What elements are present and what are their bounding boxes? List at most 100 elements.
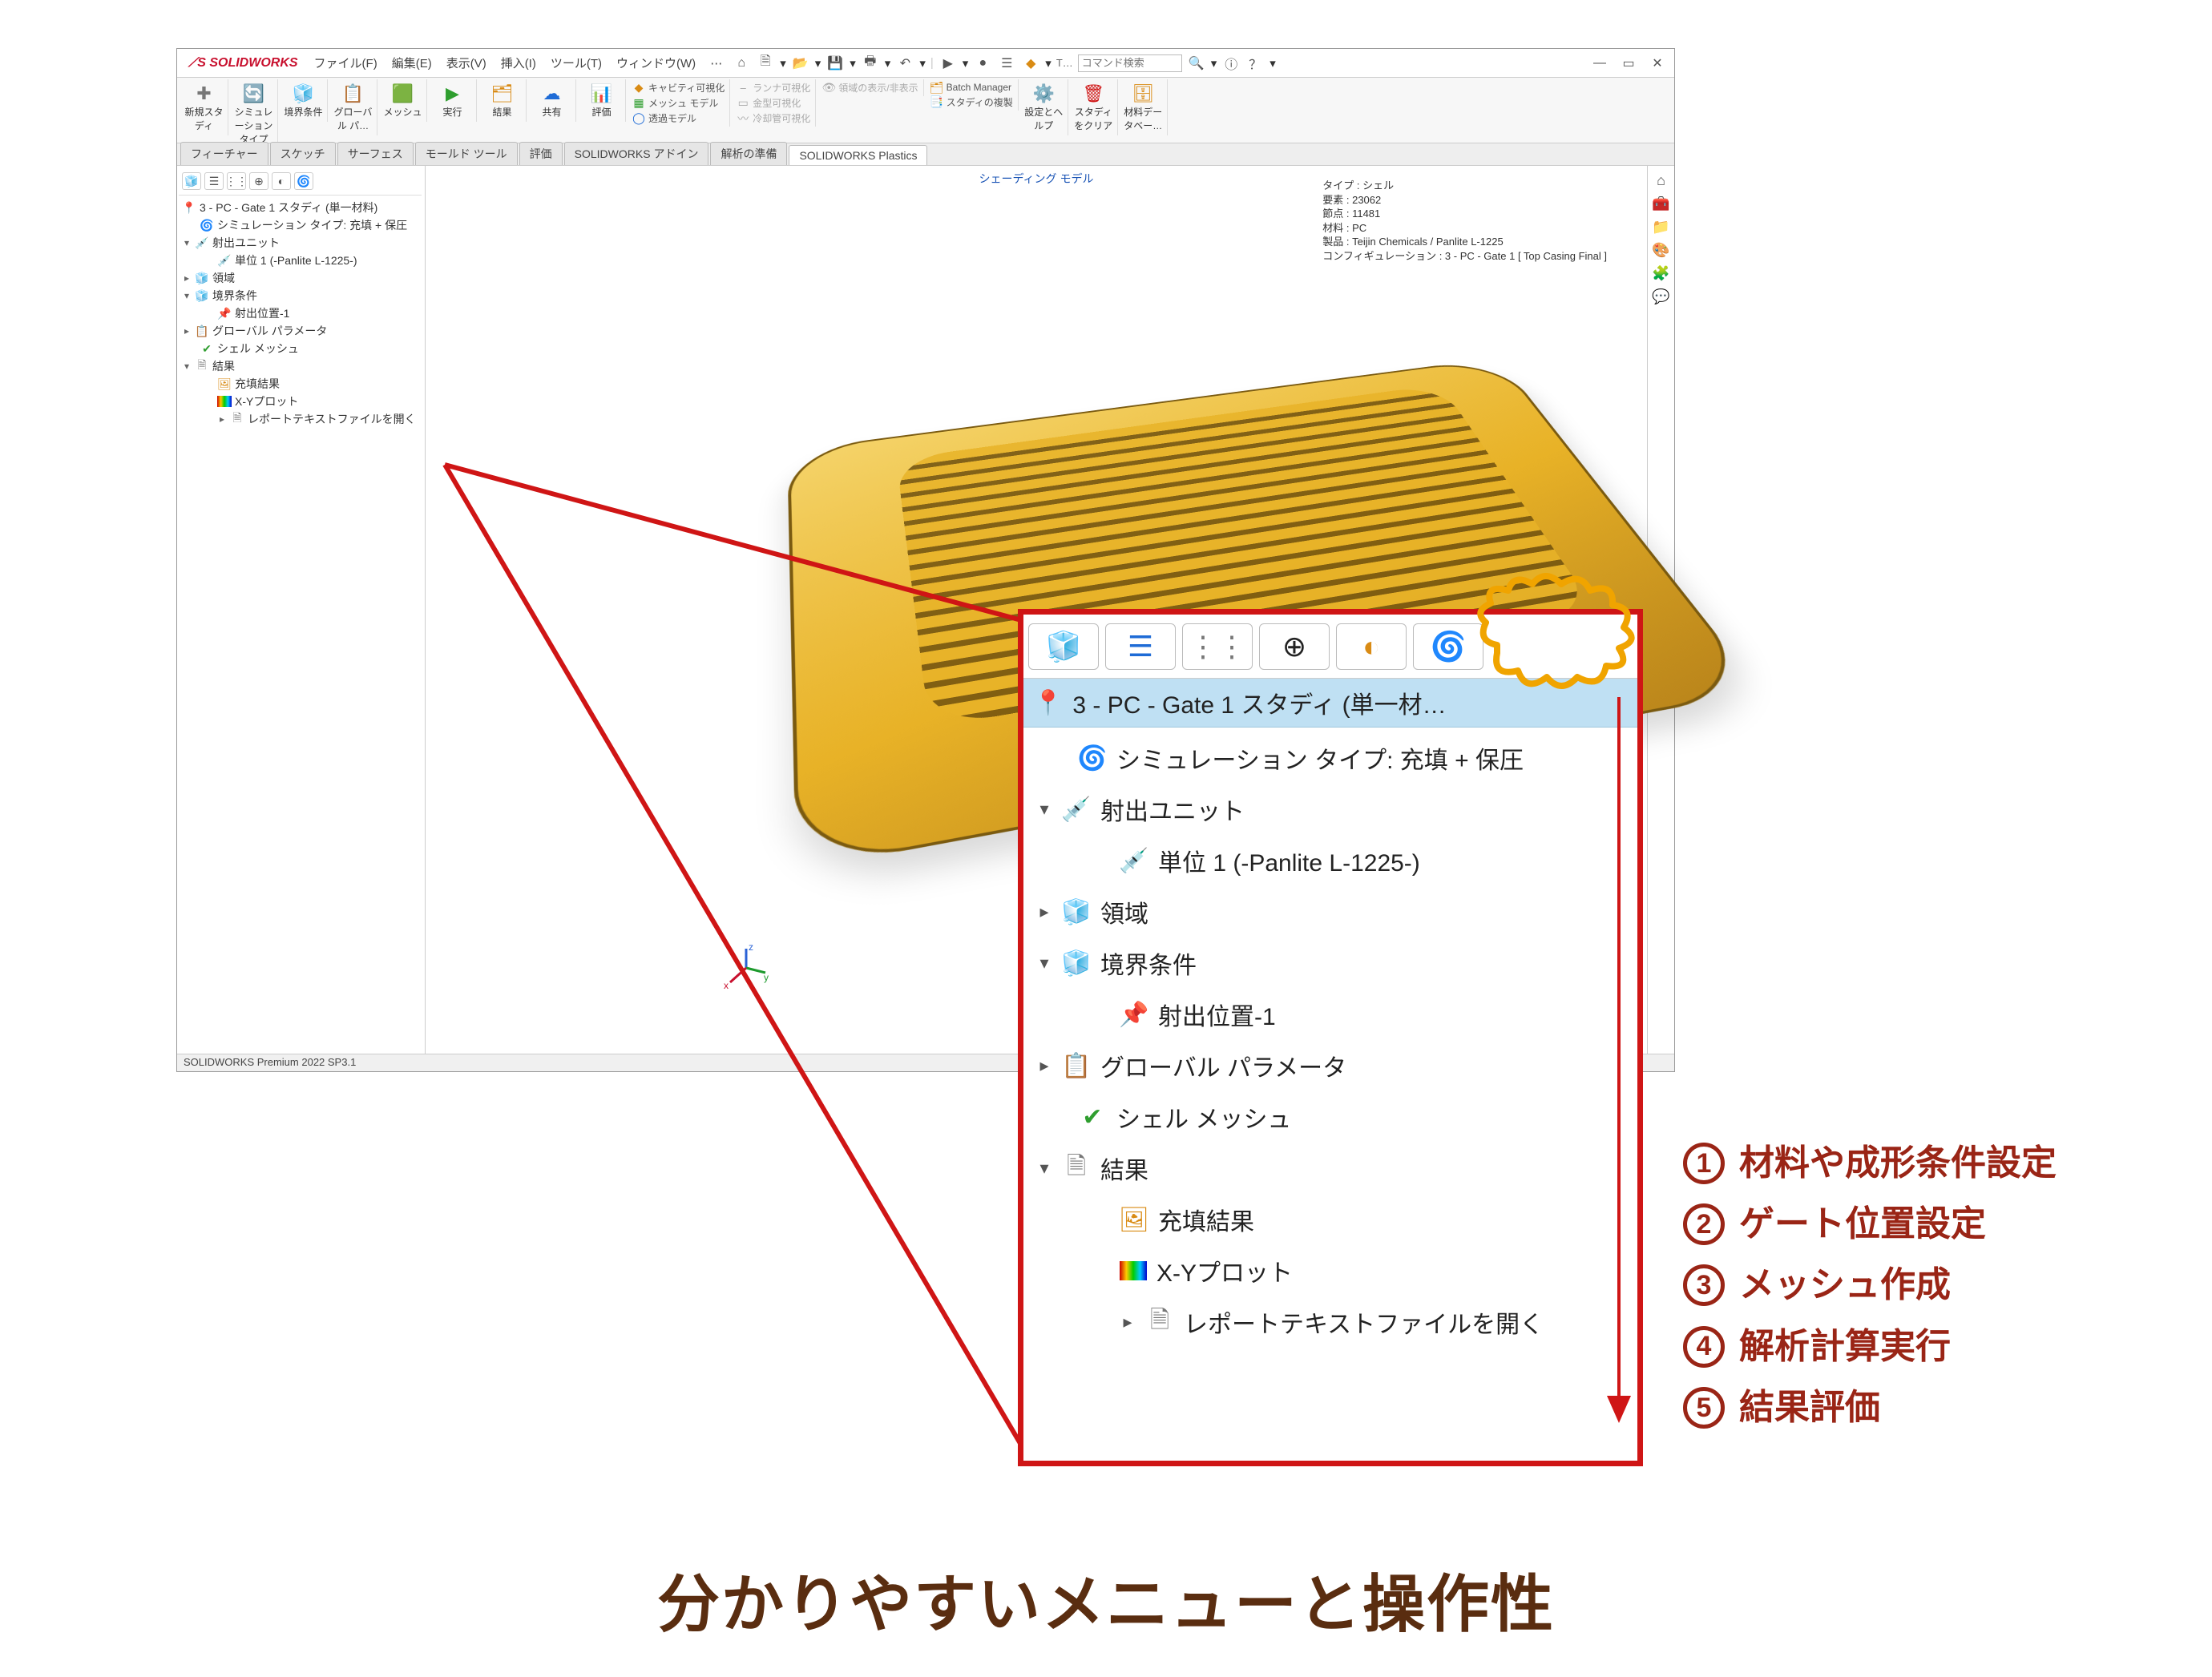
zoom-tab-dimxpert[interactable]: ⊕ <box>1259 623 1330 670</box>
ribbon-global-param-button[interactable]: 📋グローバル パ… <box>329 79 377 135</box>
study-duplicate[interactable]: 📑スタディの複製 <box>930 95 1013 109</box>
tab-evaluate[interactable]: 評価 <box>519 142 563 165</box>
ribbon-share-button[interactable]: ☁共有 <box>528 79 576 122</box>
ribbon-mesh-button[interactable]: 🟩メッシュ <box>379 79 427 122</box>
zoom-tab-feature[interactable]: 🧊 <box>1028 623 1099 670</box>
zoom-inject-unit[interactable]: ▾ 💉 射出ユニット <box>1023 784 1637 835</box>
tree-global-param[interactable]: ▸📋グローバル パラメータ <box>182 322 422 340</box>
tree-res-xy[interactable]: X-Yプロット <box>182 393 422 410</box>
menu-window[interactable]: ウィンドウ(W) <box>616 54 696 71</box>
tab-plastics[interactable]: SOLIDWORKS Plastics <box>789 145 927 165</box>
chevron-down-icon[interactable]: ▾ <box>1036 1158 1052 1179</box>
window-minimize-button[interactable]: — <box>1588 54 1612 73</box>
ribbon-run-button[interactable]: ▶実行 <box>429 79 477 122</box>
chevron-down-icon[interactable]: ▾ <box>1036 953 1052 974</box>
question-icon[interactable]: ？ <box>1245 54 1265 73</box>
appearance-tab[interactable]: ◐ <box>272 172 291 190</box>
save-icon[interactable]: 💾 <box>825 54 845 73</box>
tab-mold-tools[interactable]: モールド ツール <box>415 142 518 165</box>
command-search-input[interactable] <box>1078 54 1182 72</box>
feature-manager-tab[interactable]: 🧊 <box>182 172 201 190</box>
taskpane-resources-icon[interactable]: 🧰 <box>1652 196 1669 212</box>
tree-domain[interactable]: ▸🧊領域 <box>182 269 422 287</box>
ribbon-material-db-button[interactable]: 🗄材料データベー… <box>1120 79 1168 135</box>
zoom-domain[interactable]: ▸ 🧊 領域 <box>1023 886 1637 937</box>
menu-file[interactable]: ファイル(F) <box>314 54 377 71</box>
taskpane-custom-icon[interactable]: 🧩 <box>1652 265 1669 282</box>
menu-insert[interactable]: 挿入(I) <box>501 54 536 71</box>
zoom-bc[interactable]: ▾ 🧊 境界条件 <box>1023 937 1637 989</box>
config-manager-tab[interactable]: ⋮⋮ <box>227 172 246 190</box>
window-restore-button[interactable]: ▭ <box>1617 54 1641 73</box>
zoom-mesh[interactable]: ✔ シェル メッシュ <box>1023 1091 1637 1143</box>
search-icon[interactable]: 🔍 <box>1187 54 1206 73</box>
zoom-bc-item[interactable]: 📌 射出位置-1 <box>1023 989 1637 1040</box>
menu-more[interactable]: ⋯ <box>710 56 722 71</box>
ribbon-evaluate-button[interactable]: 📊評価 <box>578 79 626 122</box>
new-icon[interactable]: 🗎 <box>756 54 775 73</box>
tree-bc-item[interactable]: 📌射出位置-1 <box>182 304 422 322</box>
taskpane-design-lib-icon[interactable]: 📁 <box>1652 219 1669 236</box>
list-icon[interactable]: ☰ <box>997 54 1016 73</box>
menu-view[interactable]: 表示(V) <box>446 54 486 71</box>
vis-cavity[interactable]: ◆キャビティ可視化 <box>632 81 725 95</box>
zoom-res-xy[interactable]: X-Yプロット <box>1023 1245 1637 1296</box>
play-icon[interactable]: ▶ <box>938 54 958 73</box>
tab-addins[interactable]: SOLIDWORKS アドイン <box>564 142 709 165</box>
tree-material[interactable]: 💉単位 1 (-Panlite L-1225-) <box>182 252 422 269</box>
vis-trans[interactable]: ◯透過モデル <box>632 111 725 125</box>
chevron-right-icon[interactable]: ▸ <box>1036 901 1052 922</box>
chevron-down-icon[interactable]: ▾ <box>1036 799 1052 820</box>
menu-edit[interactable]: 編集(E) <box>392 54 432 71</box>
zoom-study-root[interactable]: 📍 3 - PC - Gate 1 スタディ (単一材… <box>1023 679 1637 728</box>
taskpane-appearances-icon[interactable]: 🎨 <box>1652 242 1669 259</box>
vis-mesh[interactable]: ▦メッシュ モデル <box>632 96 725 110</box>
chevron-right-icon[interactable]: ▸ <box>1036 1055 1052 1076</box>
zoom-tab-config[interactable]: ⋮⋮ <box>1182 623 1253 670</box>
ribbon-settings-help-button[interactable]: ⚙️設定とヘルプ <box>1020 79 1068 135</box>
taskpane-home-icon[interactable]: ⌂ <box>1657 172 1665 189</box>
ribbon-results-button[interactable]: 🗂結果 <box>478 79 527 122</box>
tree-inject-unit[interactable]: ▾💉射出ユニット <box>182 234 422 252</box>
ribbon-boundary-button[interactable]: 🧊境界条件 <box>280 79 328 122</box>
orientation-triad[interactable]: z y x <box>722 944 770 998</box>
tab-features[interactable]: フィーチャー <box>180 142 268 165</box>
dimxpert-tab[interactable]: ⊕ <box>249 172 268 190</box>
chevron-right-icon[interactable]: ▸ <box>1120 1312 1136 1332</box>
plastics-study-tab[interactable]: 🌀 <box>294 172 313 190</box>
open-icon[interactable]: 📂 <box>791 54 810 73</box>
ribbon-new-study-button[interactable]: ✚新規スタディ <box>180 79 228 135</box>
sensor-icon[interactable]: ◆ <box>1021 54 1040 73</box>
help-icon[interactable]: ⓘ <box>1221 54 1241 73</box>
window-close-button[interactable]: ✕ <box>1645 54 1669 73</box>
zoom-results[interactable]: ▾ 🗎 結果 <box>1023 1143 1637 1194</box>
home-icon[interactable]: ⌂ <box>732 54 751 73</box>
tree-sim-type[interactable]: 🌀シミュレーション タイプ: 充填 + 保圧 <box>182 216 422 234</box>
tab-surfaces[interactable]: サーフェス <box>337 142 414 165</box>
tab-sketch[interactable]: スケッチ <box>270 142 336 165</box>
tree-results[interactable]: ▾🗎結果 <box>182 357 422 375</box>
tree-bc[interactable]: ▾🧊境界条件 <box>182 287 422 304</box>
tree-study-root[interactable]: 📍3 - PC - Gate 1 スタディ (単一材料) <box>182 199 422 216</box>
zoom-global-param[interactable]: ▸ 📋 グローバル パラメータ <box>1023 1040 1637 1091</box>
zoom-tab-plastics[interactable]: 🌀 <box>1413 623 1483 670</box>
batch-manager[interactable]: 🗂Batch Manager <box>930 81 1013 94</box>
ribbon-clear-study-button[interactable]: 🗑スタディをクリア <box>1070 79 1118 135</box>
tree-mesh[interactable]: ✔シェル メッシュ <box>182 340 422 357</box>
zoom-res-report[interactable]: ▸ 🗎 レポートテキストファイルを開く <box>1023 1296 1637 1348</box>
zoom-res-fill[interactable]: 🖼 充填結果 <box>1023 1194 1637 1245</box>
tab-analysis-prep[interactable]: 解析の準備 <box>710 142 787 165</box>
zoom-material[interactable]: 💉 単位 1 (-Panlite L-1225-) <box>1023 835 1637 886</box>
print-icon[interactable]: 🖶 <box>861 54 880 73</box>
zoom-sim-type[interactable]: 🌀 シミュレーション タイプ: 充填 + 保圧 <box>1023 732 1637 784</box>
undo-icon[interactable]: ↶ <box>895 54 914 73</box>
tree-res-report[interactable]: ▸🗎レポートテキストファイルを開く <box>182 410 422 428</box>
zoom-tab-appearance[interactable]: ◐ <box>1336 623 1407 670</box>
property-manager-tab[interactable]: ☰ <box>204 172 224 190</box>
zoom-tab-property[interactable]: ☰ <box>1105 623 1176 670</box>
taskpane-forum-icon[interactable]: 💬 <box>1652 288 1669 305</box>
menu-tools[interactable]: ツール(T) <box>551 54 602 71</box>
tree-res-fill[interactable]: 🖼充填結果 <box>182 375 422 393</box>
option-dot-icon[interactable]: ● <box>973 54 992 73</box>
ribbon-sim-type-button[interactable]: 🔄シミュレーション タイプ <box>230 79 278 149</box>
